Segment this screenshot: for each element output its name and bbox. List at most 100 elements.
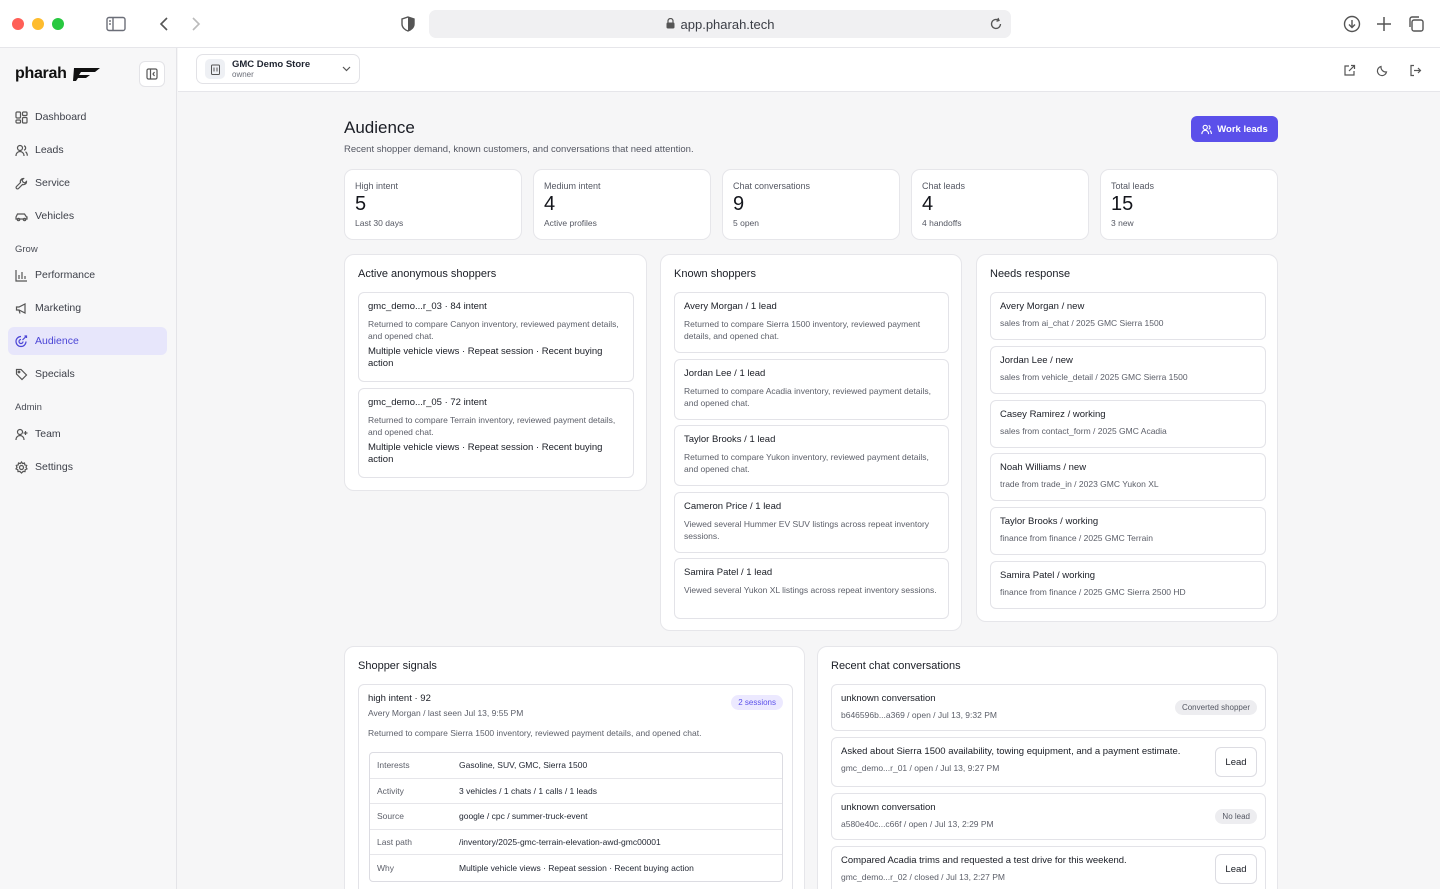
stat-label: High intent [355,181,399,191]
dashboard-icon [15,110,28,124]
lead-button[interactable]: Lead [1215,747,1257,777]
known-shopper-card[interactable]: Jordan Lee / 1 lead Returned to compare … [674,359,949,420]
lead-card[interactable]: Noah Williams / new trade from trade_in … [990,453,1266,501]
chat-conversations-panel: Recent chat conversations unknown conver… [817,646,1278,889]
maximize-window-button[interactable] [52,18,64,30]
external-link-icon[interactable] [1341,62,1357,78]
forward-icon[interactable] [186,14,206,34]
panel-title: Needs response [990,268,1071,280]
lead-card[interactable]: Avery Morgan / new sales from ai_chat / … [990,292,1266,340]
known-shoppers-panel: Known shoppers Avery Morgan / 1 lead Ret… [660,254,962,631]
sidebar-item-leads[interactable]: Leads [8,136,167,164]
lead-title: Noah Williams / new [1000,462,1087,473]
logout-icon[interactable] [1407,62,1423,78]
table-row: Interests Gasoline, SUV, GMC, Sierra 1500 [370,753,782,779]
panel-title: Shopper signals [358,660,437,672]
row-value: google / cpc / summer-truck-event [459,811,588,822]
tab-overview-icon[interactable] [1406,14,1426,34]
conversation-card[interactable]: Compared Acadia trims and requested a te… [831,846,1266,889]
lock-icon [666,17,675,32]
known-shopper-card[interactable]: Samira Patel / 1 lead Viewed several Yuk… [674,558,949,619]
conversation-card[interactable]: Asked about Sierra 1500 availability, to… [831,737,1266,787]
row-value: 3 vehicles / 1 chats / 1 calls / 1 leads [459,785,597,796]
collapse-sidebar-button[interactable] [139,61,165,87]
signal-card[interactable]: high intent · 92 Avery Morgan / last see… [358,684,793,889]
sidebar-toggle-icon[interactable] [106,14,126,34]
signal-details-table: Interests Gasoline, SUV, GMC, Sierra 1500… [369,752,783,882]
shopper-desc: Viewed several Yukon XL listings across … [684,585,937,595]
sidebar-item-marketing[interactable]: Marketing [8,294,167,322]
work-leads-label: Work leads [1217,123,1268,135]
shopper-desc: Returned to compare Sierra 1500 inventor… [684,319,921,341]
conversation-card[interactable]: unknown conversation b646596b...a369 / o… [831,684,1266,731]
pharah-logo[interactable]: pharah [15,65,101,83]
chevron-down-icon [342,63,351,75]
lead-card[interactable]: Jordan Lee / new sales from vehicle_deta… [990,346,1266,394]
sidebar-item-performance[interactable]: Performance [8,261,167,289]
sidebar-item-audience[interactable]: Audience [8,327,167,355]
stat-value: 4 [544,193,556,215]
users-icon [1201,124,1213,134]
sidebar-item-dashboard[interactable]: Dashboard [8,103,167,131]
shopper-title: Samira Patel / 1 lead [684,567,773,578]
known-shopper-card[interactable]: Cameron Price / 1 lead Viewed several Hu… [674,492,949,553]
sidebar-section-admin: Admin [15,402,42,413]
status-badge: Converted shopper [1174,700,1257,715]
lead-title: Casey Ramirez / working [1000,409,1106,420]
shopper-desc: Returned to compare Acadia inventory, re… [684,386,931,408]
shopper-title: Avery Morgan / 1 lead [684,301,777,312]
shopper-card[interactable]: gmc_demo...r_05 · 72 intent Returned to … [358,388,634,478]
minimize-window-button[interactable] [32,18,44,30]
sidebar-item-vehicles[interactable]: Vehicles [8,202,167,230]
new-tab-icon[interactable] [1374,14,1394,34]
sidebar-item-label: Vehicles [35,210,75,222]
conversation-title: Compared Acadia trims and requested a te… [841,855,1127,866]
sidebar-item-label: Specials [35,368,75,380]
back-icon[interactable] [154,14,174,34]
row-value: /inventory/2025-gmc-terrain-elevation-aw… [459,836,661,847]
lead-button[interactable]: Lead [1215,854,1257,884]
row-value: Gasoline, SUV, GMC, Sierra 1500 [459,760,588,771]
sidebar-item-service[interactable]: Service [8,169,167,197]
stat-note: 4 handoffs [922,218,962,228]
conversation-meta: gmc_demo...r_01 / open / Jul 13, 9:27 PM [841,763,1000,773]
known-shopper-card[interactable]: Taylor Brooks / 1 lead Returned to compa… [674,425,949,486]
sidebar-section-grow: Grow [15,244,38,255]
shopper-desc: Returned to compare Canyon inventory, re… [368,319,619,341]
lead-card[interactable]: Taylor Brooks / working finance from fin… [990,507,1266,555]
sidebar-item-label: Settings [35,461,73,473]
row-key: Why [377,862,394,873]
lead-card[interactable]: Casey Ramirez / working sales from conta… [990,400,1266,448]
conversation-meta: gmc_demo...r_02 / closed / Jul 13, 2:27 … [841,872,1005,882]
address-bar[interactable]: app.pharah.tech [429,10,1011,38]
panel-title: Recent chat conversations [831,660,961,672]
store-selector[interactable]: GMC Demo Store owner [196,54,360,84]
sidebar-item-label: Dashboard [35,111,87,123]
lead-meta: finance from finance / 2025 GMC Sierra 2… [1000,587,1186,597]
shopper-card[interactable]: gmc_demo...r_03 · 84 intent Returned to … [358,292,634,382]
sidebar-item-settings[interactable]: Settings [8,453,167,481]
known-shopper-card[interactable]: Avery Morgan / 1 lead Returned to compar… [674,292,949,353]
sidebar-item-label: Marketing [35,302,82,314]
close-window-button[interactable] [12,18,24,30]
status-badge: No lead [1215,809,1257,824]
audience-icon [15,334,28,347]
lead-card[interactable]: Samira Patel / working finance from fina… [990,561,1266,609]
download-icon[interactable] [1342,14,1362,34]
store-name: GMC Demo Store [232,58,311,70]
sidebar-item-team[interactable]: Team [8,420,167,448]
shopper-desc: Returned to compare Terrain inventory, r… [368,415,616,437]
stat-card-medium-intent: Medium intent 4 Active profiles [533,169,711,240]
work-leads-button[interactable]: Work leads [1191,116,1278,142]
sidebar-item-label: Audience [35,335,79,347]
logo-mark-icon [72,68,100,81]
sidebar-item-specials[interactable]: Specials [8,360,167,388]
lead-title: Taylor Brooks / working [1000,516,1099,527]
bar-chart-icon [15,269,27,282]
conversation-card[interactable]: unknown conversation a580e40c...c66f / o… [831,793,1266,840]
shield-icon[interactable] [398,14,418,34]
shopper-signals-panel: Shopper signals high intent · 92 Avery M… [344,646,805,889]
reload-icon[interactable] [989,17,1003,34]
moon-icon[interactable] [1374,62,1390,78]
shopper-signals: Multiple vehicle views · Repeat session … [368,442,603,465]
